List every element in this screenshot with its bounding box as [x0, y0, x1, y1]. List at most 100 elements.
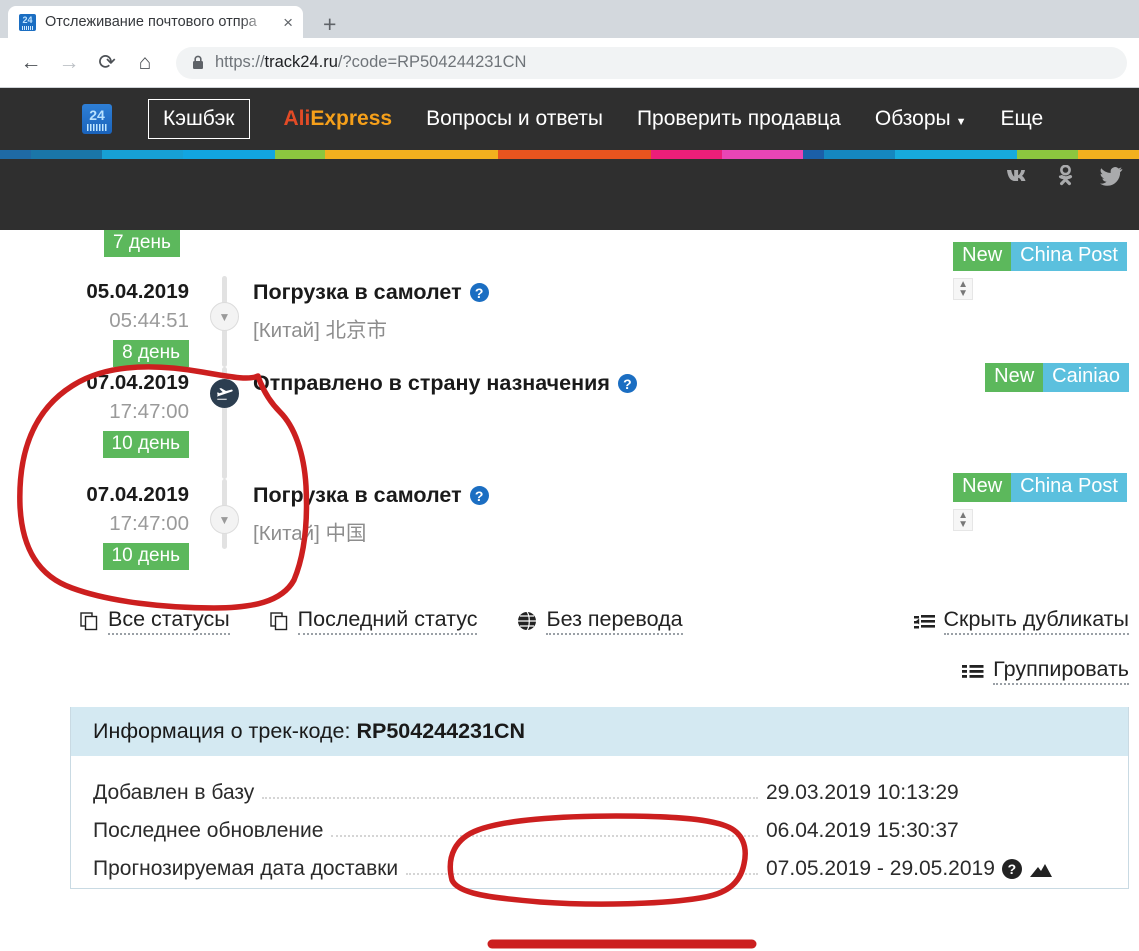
timeline-track: ▼ [195, 276, 253, 367]
nav-item-check-seller[interactable]: Проверить продавца [637, 107, 841, 131]
table-row: 07.04.2019 17:47:00 10 день ▼ Погрузка в… [0, 473, 1139, 591]
event-badges: New China Post ▲ ▼ [953, 473, 1127, 531]
hide-duplicates-icon [913, 613, 935, 630]
reload-icon[interactable]: ⟳ [88, 44, 126, 82]
event-badges: New Cainiao [985, 363, 1129, 392]
table-row: 07.04.2019 17:47:00 10 день Отправлено в… [0, 363, 1139, 479]
tab-strip: 24 Отслеживание почтового отпра × + [0, 0, 1139, 38]
stripe-segment [894, 150, 1017, 159]
track-info-body: Добавлен в базу 29.03.2019 10:13:29 Посл… [71, 756, 1128, 888]
status-badge-new: New [985, 363, 1044, 392]
help-icon[interactable]: ? [617, 374, 637, 393]
home-icon[interactable]: ⌂ [126, 44, 164, 82]
group-label: Группировать [993, 657, 1129, 685]
address-bar[interactable]: https://track24.ru/?code=RP504244231CN [176, 46, 1127, 79]
status-badge-carrier: China Post [1011, 242, 1127, 271]
odnoklassniki-icon[interactable] [1057, 165, 1074, 187]
status-badge-new: New [953, 473, 1012, 502]
nav-item-faq[interactable]: Вопросы и ответы [426, 107, 603, 131]
stripe-segment [325, 150, 499, 159]
info-label: Добавлен в базу [93, 781, 255, 804]
dot-leader [331, 835, 758, 837]
help-icon[interactable]: ? [1001, 859, 1022, 879]
event-location: [Китай] 北京市 [253, 319, 387, 343]
stripe-segment [722, 150, 804, 159]
lock-icon [193, 55, 203, 69]
address-bar-url: https://track24.ru/?code=RP504244231CN [215, 53, 527, 71]
track-info-header-label: Информация о трек-коде: [93, 719, 351, 743]
dot-leader [262, 797, 758, 799]
event-date-column: 07.04.2019 17:47:00 10 день [0, 367, 195, 458]
badge-row: New Cainiao [985, 363, 1129, 392]
new-tab-icon[interactable]: + [323, 13, 336, 36]
info-label: Прогнозируемая дата доставки [93, 857, 399, 880]
chevron-down-icon[interactable]: ▼ [210, 505, 239, 534]
event-badges: New China Post ▲ ▼ [953, 242, 1127, 300]
filter-no-translate[interactable]: Без перевода [517, 607, 683, 635]
dot-leader [406, 873, 758, 875]
tracking-content: 7 день 05.04.2019 05:44:51 8 день ▼ Погр… [0, 230, 1139, 889]
stripe-segment [498, 150, 651, 159]
site-logo-24[interactable]: 24 [82, 104, 112, 134]
nav-item-cashback[interactable]: Кэшбэк [148, 99, 250, 139]
copy-icon [80, 611, 99, 631]
badge-row: New China Post [953, 473, 1127, 502]
tracking-events: 7 день 05.04.2019 05:44:51 8 день ▼ Погр… [0, 230, 1139, 591]
info-row: Последнее обновление 06.04.2019 15:30:37 [93, 812, 1106, 850]
site-nav-row: 24 Кэшбэк AliExpress Вопросы и ответы Пр… [0, 88, 1139, 150]
status-badge-new: New [953, 242, 1012, 271]
badge-row: New China Post [953, 242, 1127, 271]
browser-window: 24 Отслеживание почтового отпра × + ← → … [0, 0, 1139, 951]
event-date-column: 07.04.2019 17:47:00 10 день [0, 479, 195, 570]
stripe-segment [0, 150, 31, 159]
event-time: 17:47:00 [109, 512, 189, 536]
hide-duplicates-label: Скрыть дубликаты [943, 607, 1129, 635]
copy-icon [269, 611, 289, 631]
close-icon[interactable]: × [281, 14, 295, 31]
group-button[interactable]: Группировать [962, 657, 1129, 685]
event-date-column: 05.04.2019 05:44:51 8 день [0, 276, 195, 367]
track-code: RP504244231CN [356, 719, 526, 743]
vk-icon[interactable] [1006, 168, 1032, 184]
stripe-segment [650, 150, 723, 159]
site-navigation: 24 Кэшбэк AliExpress Вопросы и ответы Пр… [0, 88, 1139, 230]
status-badge-carrier: China Post [1011, 473, 1127, 502]
day-badge: 8 день [113, 340, 189, 367]
help-icon[interactable]: ? [469, 486, 489, 505]
filter-all-statuses-label: Все статусы [108, 607, 230, 635]
filter-toolbar: Все статусы Последний статус Без перевод… [0, 591, 1139, 635]
info-row: Прогнозируемая дата доставки 07.05.2019 … [93, 850, 1106, 888]
help-icon[interactable]: ? [469, 283, 489, 302]
stripe-segment [803, 150, 824, 159]
chevron-down-icon: ▼ [955, 116, 967, 128]
hide-duplicates-button[interactable]: Скрыть дубликаты [913, 607, 1129, 635]
color-stripe [0, 150, 1139, 159]
group-toolbar: Группировать [0, 635, 1139, 685]
nav-item-more[interactable]: Еще [1001, 107, 1044, 131]
chart-icon[interactable] [1029, 860, 1053, 879]
day-badge: 10 день [102, 543, 189, 570]
day-badge: 10 день [102, 431, 189, 458]
day-badge-top: 7 день [104, 230, 180, 257]
event-date: 07.04.2019 [86, 483, 189, 506]
chevron-down-icon[interactable]: ▼ [210, 302, 239, 331]
info-row: Добавлен в базу 29.03.2019 10:13:29 [93, 774, 1106, 812]
stripe-segment [183, 150, 275, 159]
filter-last-status[interactable]: Последний статус [269, 607, 478, 635]
filter-all-statuses[interactable]: Все статусы [80, 607, 230, 635]
event-time: 05:44:51 [109, 309, 189, 333]
twitter-icon[interactable] [1099, 166, 1123, 186]
airplane-icon[interactable] [210, 379, 239, 408]
event-date: 07.04.2019 [86, 371, 189, 394]
event-date: 05.04.2019 [86, 280, 189, 303]
forward-icon[interactable]: → [50, 44, 88, 82]
back-icon[interactable]: ← [12, 44, 50, 82]
nav-item-aliexpress[interactable]: AliExpress [284, 107, 393, 131]
sort-toggle[interactable]: ▲ ▼ [953, 278, 974, 300]
stripe-segment [101, 150, 184, 159]
nav-item-reviews[interactable]: Обзоры ▼ [875, 107, 967, 131]
globe-icon [517, 611, 537, 631]
browser-tab[interactable]: 24 Отслеживание почтового отпра × [8, 6, 303, 38]
sort-toggle[interactable]: ▲ ▼ [953, 509, 974, 531]
social-links [1006, 150, 1123, 202]
